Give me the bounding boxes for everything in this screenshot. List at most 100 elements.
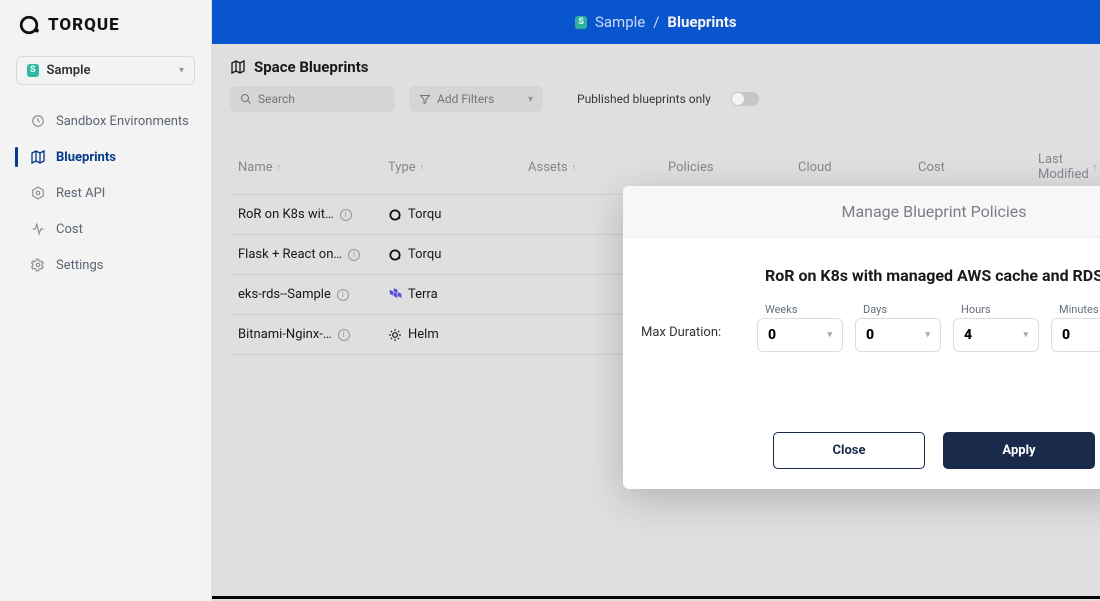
cost-icon	[30, 221, 46, 237]
blueprint-name: Bitnami-Nginx-…	[238, 327, 332, 342]
type-icon	[388, 288, 402, 302]
type-label: Helm	[408, 327, 439, 342]
blueprint-name: RoR on K8s wit…	[238, 207, 334, 222]
col-cloud[interactable]: Cloud	[798, 160, 918, 175]
col-policies[interactable]: Policies	[668, 160, 798, 175]
hours-select[interactable]: 4▾	[953, 318, 1039, 352]
toolbar: Search Add Filters ▾ Published blueprint…	[230, 86, 1100, 112]
torque-logo-icon	[18, 14, 40, 36]
search-input[interactable]: Search	[230, 86, 395, 112]
breadcrumb-sep: /	[653, 13, 659, 31]
sort-asc-icon: ↑	[420, 162, 425, 173]
space-name: Sample	[47, 63, 171, 78]
manage-policies-modal: Manage Blueprint Policies RoR on K8s wit…	[623, 186, 1100, 489]
minutes-value: 0	[1062, 327, 1070, 343]
filters-label: Add Filters	[437, 92, 494, 106]
weeks-label: Weeks	[757, 303, 843, 316]
breadcrumb-bar: S Sample / Blueprints	[212, 0, 1100, 44]
col-name[interactable]: Name↑	[238, 160, 388, 175]
cell-name: RoR on K8s wit… i	[238, 207, 388, 222]
days-select[interactable]: 0▾	[855, 318, 941, 352]
type-icon	[388, 248, 402, 262]
cell-type: Torqu	[388, 247, 528, 262]
cell-type: Torqu	[388, 207, 528, 222]
search-icon	[240, 93, 252, 105]
breadcrumb-current: Blueprints	[667, 13, 736, 31]
page-title: Space Blueprints	[230, 58, 1100, 76]
hours-value: 4	[964, 327, 972, 343]
chevron-down-icon: ▾	[1023, 330, 1028, 340]
apply-button[interactable]: Apply	[943, 432, 1095, 469]
weeks-value: 0	[768, 327, 776, 343]
max-duration-label: Max Duration:	[641, 325, 745, 352]
type-label: Terra	[408, 287, 438, 302]
nav-blueprints[interactable]: Blueprints	[0, 139, 211, 175]
type-icon	[388, 328, 402, 342]
sidebar: TORQUE S Sample ▾ Sandbox Environments B…	[0, 0, 212, 601]
cell-name: Flask + React on… i	[238, 247, 388, 262]
minutes-label: Minutes	[1051, 303, 1100, 316]
blueprint-name: Flask + React on…	[238, 247, 342, 262]
brand-name: TORQUE	[48, 15, 120, 35]
nav-label: Blueprints	[56, 150, 116, 165]
chevron-down-icon: ▾	[925, 330, 930, 340]
col-assets[interactable]: Assets↑	[528, 160, 668, 175]
published-toggle[interactable]	[731, 92, 759, 106]
chevron-down-icon: ▾	[827, 330, 832, 340]
hours-label: Hours	[953, 303, 1039, 316]
bottom-divider	[212, 596, 1100, 599]
type-label: Torqu	[408, 247, 441, 262]
blueprints-title-icon	[230, 59, 246, 75]
info-icon[interactable]: i	[348, 249, 360, 261]
space-badge: S	[27, 64, 39, 77]
filters-select[interactable]: Add Filters ▾	[409, 86, 543, 112]
nav-restapi[interactable]: Rest API	[0, 175, 211, 211]
nav-settings[interactable]: Settings	[0, 247, 211, 283]
col-lastmod[interactable]: Last Modified↑	[1038, 152, 1100, 182]
col-cost[interactable]: Cost	[918, 160, 1038, 175]
minutes-select[interactable]: 0▾	[1051, 318, 1100, 352]
breadcrumb-space[interactable]: Sample	[595, 13, 645, 31]
nav-label: Rest API	[56, 186, 105, 201]
cell-type: Terra	[388, 287, 528, 302]
chevron-down-icon: ▾	[179, 65, 184, 76]
blueprints-icon	[30, 149, 46, 165]
cell-name: eks-rds--Sample i	[238, 287, 388, 302]
info-icon[interactable]: i	[337, 289, 349, 301]
chevron-down-icon: ▾	[528, 94, 533, 105]
search-placeholder: Search	[258, 92, 295, 106]
weeks-select[interactable]: 0▾	[757, 318, 843, 352]
space-selector[interactable]: S Sample ▾	[16, 56, 195, 85]
type-label: Torqu	[408, 207, 441, 222]
nav-list: Sandbox Environments Blueprints Rest API…	[0, 103, 211, 283]
days-label: Days	[855, 303, 941, 316]
blueprint-name: eks-rds--Sample	[238, 287, 331, 302]
brand-logo: TORQUE	[0, 14, 211, 44]
nav-label: Cost	[56, 222, 83, 237]
main: S Sample / Blueprints Space Blueprints S…	[212, 0, 1100, 601]
col-type[interactable]: Type↑	[388, 160, 528, 175]
published-label: Published blueprints only	[577, 92, 711, 106]
close-button[interactable]: Close	[773, 432, 925, 469]
days-value: 0	[866, 327, 874, 343]
filter-icon	[419, 93, 431, 105]
cell-type: Helm	[388, 327, 528, 342]
sort-asc-icon: ↑	[277, 162, 282, 173]
modal-title: Manage Blueprint Policies	[623, 186, 1100, 238]
cell-name: Bitnami-Nginx-… i	[238, 327, 388, 342]
info-icon[interactable]: i	[340, 209, 352, 221]
sandbox-icon	[30, 113, 46, 129]
settings-icon	[30, 257, 46, 273]
nav-label: Sandbox Environments	[56, 114, 189, 129]
page-title-text: Space Blueprints	[254, 58, 368, 76]
modal-blueprint-name: RoR on K8s with managed AWS cache and RD…	[623, 238, 1100, 303]
restapi-icon	[30, 185, 46, 201]
nav-label: Settings	[56, 258, 103, 273]
type-icon	[388, 208, 402, 222]
nav-sandbox[interactable]: Sandbox Environments	[0, 103, 211, 139]
sort-asc-icon: ↑	[572, 162, 577, 173]
info-icon[interactable]: i	[338, 329, 350, 341]
nav-cost[interactable]: Cost	[0, 211, 211, 247]
breadcrumb-badge: S	[575, 16, 587, 29]
sort-asc-icon: ↑	[1093, 162, 1098, 173]
